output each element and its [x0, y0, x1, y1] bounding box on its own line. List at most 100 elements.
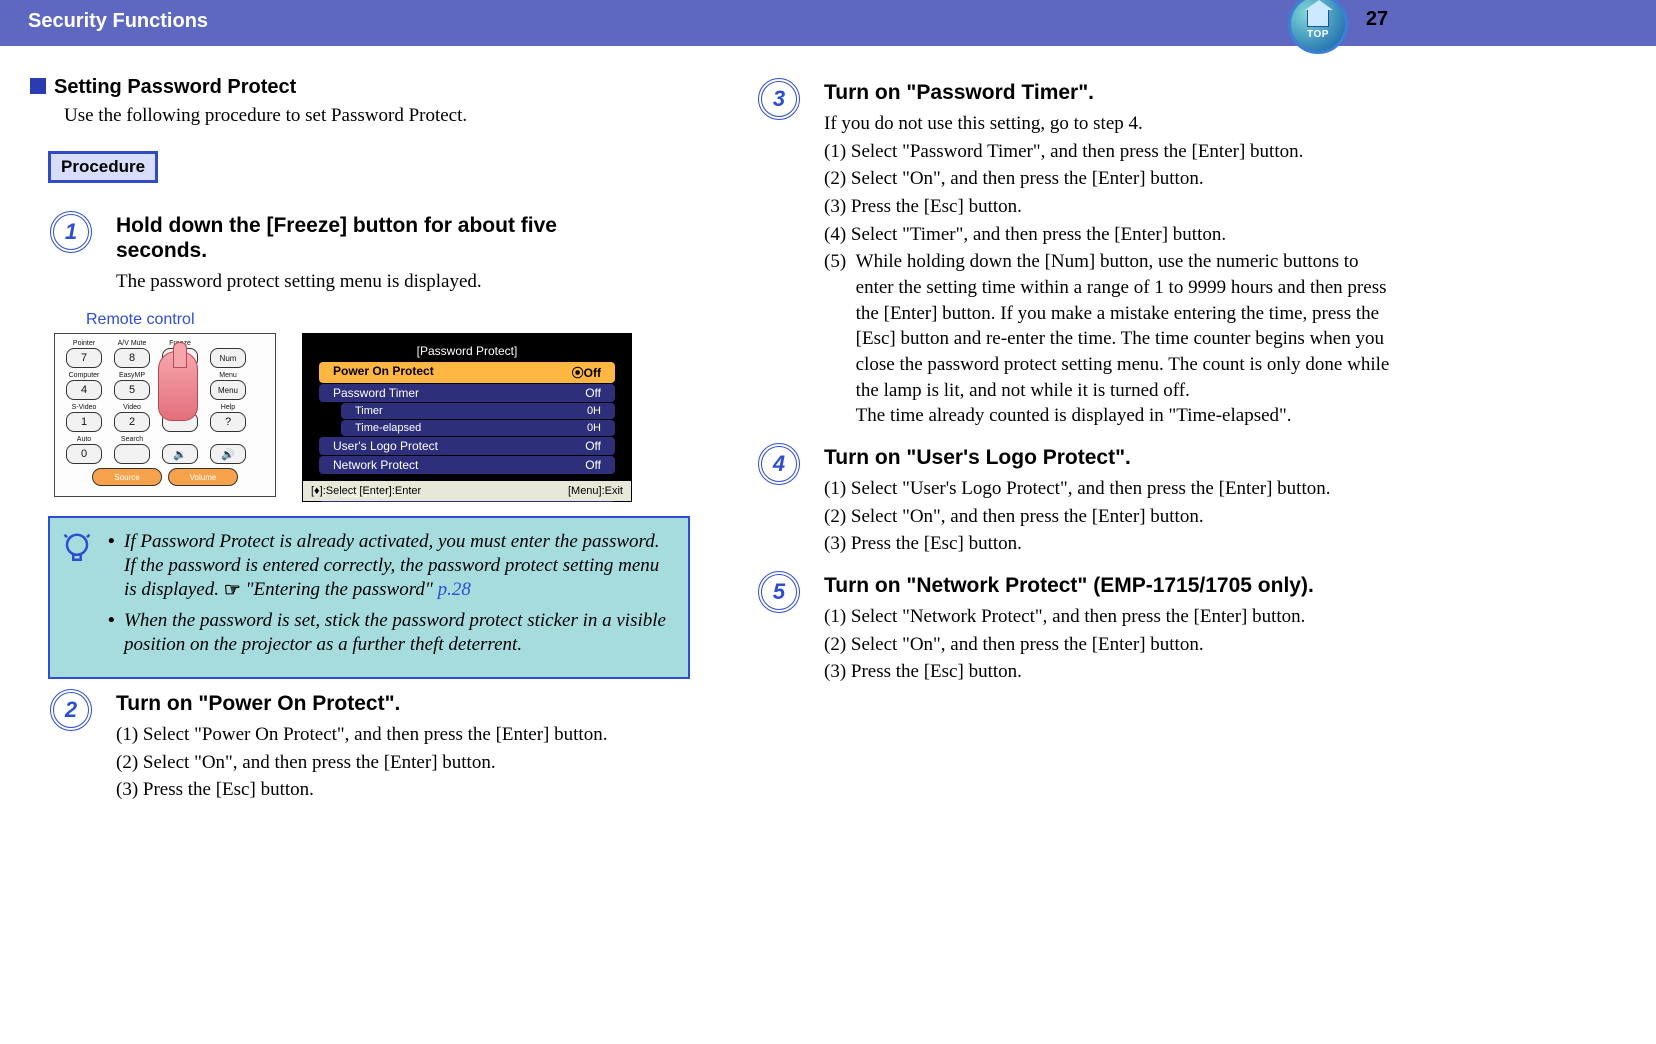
step-5-sub-1: (1) Select "Network Protect", and then p… [824, 604, 1398, 630]
step-3-lead: If you do not use this setting, go to st… [824, 111, 1398, 137]
remote-key-num: Num [210, 348, 246, 368]
step-5: 5 Turn on "Network Protect" (EMP-1715/17… [752, 573, 1398, 685]
remote-key-help: ? [210, 412, 246, 432]
lightbulb-icon [62, 532, 92, 570]
step-3-sub-1: (1) Select "Password Timer", and then pr… [824, 139, 1398, 165]
page-number: 27 [1356, 8, 1398, 31]
step-1: 1 Hold down the [Freeze] button for abou… [44, 213, 690, 295]
link-entering-password[interactable]: p.28 [438, 579, 471, 600]
section-heading: Setting Password Protect [30, 76, 690, 99]
menu-row-timer: Timer0H [341, 403, 615, 419]
menu-footer-right: [Menu]:Exit [568, 485, 623, 497]
step-3-sub-3: (3) Press the [Esc] button. [824, 194, 1398, 220]
step-3-body: If you do not use this setting, go to st… [824, 111, 1398, 429]
procedure-label: Procedure [48, 151, 158, 183]
remote-label-search: Search [121, 436, 143, 443]
step-3-sub-5-tail: The time already counted is displayed in… [856, 405, 1292, 426]
step-3-sub-2: (2) Select "On", and then press the [Ent… [824, 166, 1398, 192]
finger-press-icon [158, 351, 198, 421]
step-4: 4 Turn on "User's Logo Protect". (1) Sel… [752, 445, 1398, 557]
remote-control-label: Remote control [86, 311, 690, 329]
step-3-title: Turn on "Password Timer". [824, 80, 1398, 105]
pointer-hand-icon: ☞ [224, 579, 241, 603]
menu-footer-left: [♦]:Select [Enter]:Enter [311, 485, 421, 497]
menu-row-power-on-protect: Power On Protect⦿Off [319, 362, 615, 383]
step-2-sub-1: (1) Select "Power On Protect", and then … [116, 722, 690, 748]
step-5-sub-3: (3) Press the [Esc] button. [824, 659, 1398, 685]
step-3-badge: 3 [758, 78, 800, 120]
step-1-title-line1: Hold down the [Freeze] button for about … [116, 214, 557, 237]
step-4-sub-1: (1) Select "User's Logo Protect", and th… [824, 476, 1398, 502]
password-protect-menu-screenshot: [Password Protect] Power On Protect⦿Off … [302, 333, 632, 502]
remote-control-image: Pointer7 A/V Mute8 Freeze9 Num Computer4… [54, 333, 276, 497]
remote-key-0: 0 [66, 444, 102, 464]
section-intro: Use the following procedure to set Passw… [64, 105, 690, 127]
remote-key-7: 7 [66, 348, 102, 368]
remote-label-menu: Menu [219, 372, 237, 379]
step-3-sub-5-text: While holding down the [Num] button, use… [856, 249, 1398, 428]
remote-label-auto: Auto [77, 436, 91, 443]
step-4-body: (1) Select "User's Logo Protect", and th… [824, 476, 1398, 557]
menu-row-network-protect: Network ProtectOff [319, 456, 615, 474]
remote-key-search [114, 444, 150, 464]
tip-1-line1: If Password Protect is already activated… [124, 531, 659, 552]
step-1-title-line2: seconds. [116, 239, 207, 262]
step-4-sub-3: (3) Press the [Esc] button. [824, 531, 1398, 557]
tip-box: If Password Protect is already activated… [48, 516, 690, 679]
remote-key-voldn: 🔉 [162, 444, 198, 464]
step-1-body: The password protect setting menu is dis… [116, 269, 690, 295]
remote-label-computer: Computer [69, 372, 100, 379]
remote-label-video: Video [123, 404, 141, 411]
heading-bullet-icon [30, 78, 46, 94]
step-2-sub-3: (3) Press the [Esc] button. [116, 777, 690, 803]
tip-item-2: When the password is set, stick the pass… [108, 609, 676, 657]
step-4-badge: 4 [758, 443, 800, 485]
remote-label-pointer: Pointer [73, 340, 95, 347]
section-heading-text: Setting Password Protect [54, 76, 296, 98]
step-5-badge: 5 [758, 571, 800, 613]
remote-label-svideo: S-Video [72, 404, 97, 411]
header-title: Security Functions [28, 10, 208, 32]
step-1-images: Pointer7 A/V Mute8 Freeze9 Num Computer4… [54, 333, 690, 502]
left-column: Setting Password Protect Use the followi… [30, 76, 690, 819]
remote-volume-button: Volume [168, 468, 238, 486]
step-3: 3 Turn on "Password Timer". If you do no… [752, 80, 1398, 429]
menu-row-users-logo-protect: User's Logo ProtectOff [319, 437, 615, 455]
right-column: 3 Turn on "Password Timer". If you do no… [738, 76, 1398, 819]
remote-key-5: 5 [114, 380, 150, 400]
remote-key-volup: 🔊 [210, 444, 246, 464]
menu-row-time-elapsed: Time-elapsed0H [341, 420, 615, 436]
step-2-title: Turn on "Power On Protect". [116, 691, 690, 716]
remote-key-4: 4 [66, 380, 102, 400]
step-3-sub-5: (5) While holding down the [Num] button,… [824, 249, 1398, 428]
step-2-badge: 2 [50, 689, 92, 731]
page-body: Setting Password Protect Use the followi… [0, 46, 1656, 849]
step-3-sub-5-num: (5) [824, 249, 856, 428]
step-4-title: Turn on "User's Logo Protect". [824, 445, 1398, 470]
remote-key-8: 8 [114, 348, 150, 368]
step-4-sub-2: (2) Select "On", and then press the [Ent… [824, 504, 1398, 530]
remote-key-2: 2 [114, 412, 150, 432]
remote-label-help: Help [221, 404, 235, 411]
remote-key-menu: Menu [210, 380, 246, 400]
step-5-title: Turn on "Network Protect" (EMP-1715/1705… [824, 573, 1398, 598]
remote-source-button: Source [92, 468, 162, 486]
step-5-body: (1) Select "Network Protect", and then p… [824, 604, 1398, 685]
header-bar: Security Functions TOP 27 [0, 0, 1656, 46]
remote-label-avmute: A/V Mute [118, 340, 147, 347]
step-1-badge: 1 [50, 211, 92, 253]
step-3-sub-4: (4) Select "Timer", and then press the [… [824, 222, 1398, 248]
step-5-sub-2: (2) Select "On", and then press the [Ent… [824, 632, 1398, 658]
step-2-sub-2: (2) Select "On", and then press the [Ent… [116, 750, 690, 776]
step-2: 2 Turn on "Power On Protect". (1) Select… [44, 691, 690, 803]
tip-1-line2b: "Entering the password" [241, 579, 438, 600]
remote-label-easymp: EasyMP [119, 372, 145, 379]
menu-title: [Password Protect] [319, 344, 615, 358]
home-icon [1307, 9, 1329, 27]
step-2-body: (1) Select "Power On Protect", and then … [116, 722, 690, 803]
top-home-badge[interactable]: TOP [1288, 0, 1348, 54]
step-1-title: Hold down the [Freeze] button for about … [116, 213, 690, 263]
menu-row-password-timer: Password TimerOff [319, 384, 615, 402]
top-badge-label: TOP [1307, 29, 1329, 40]
remote-key-1: 1 [66, 412, 102, 432]
